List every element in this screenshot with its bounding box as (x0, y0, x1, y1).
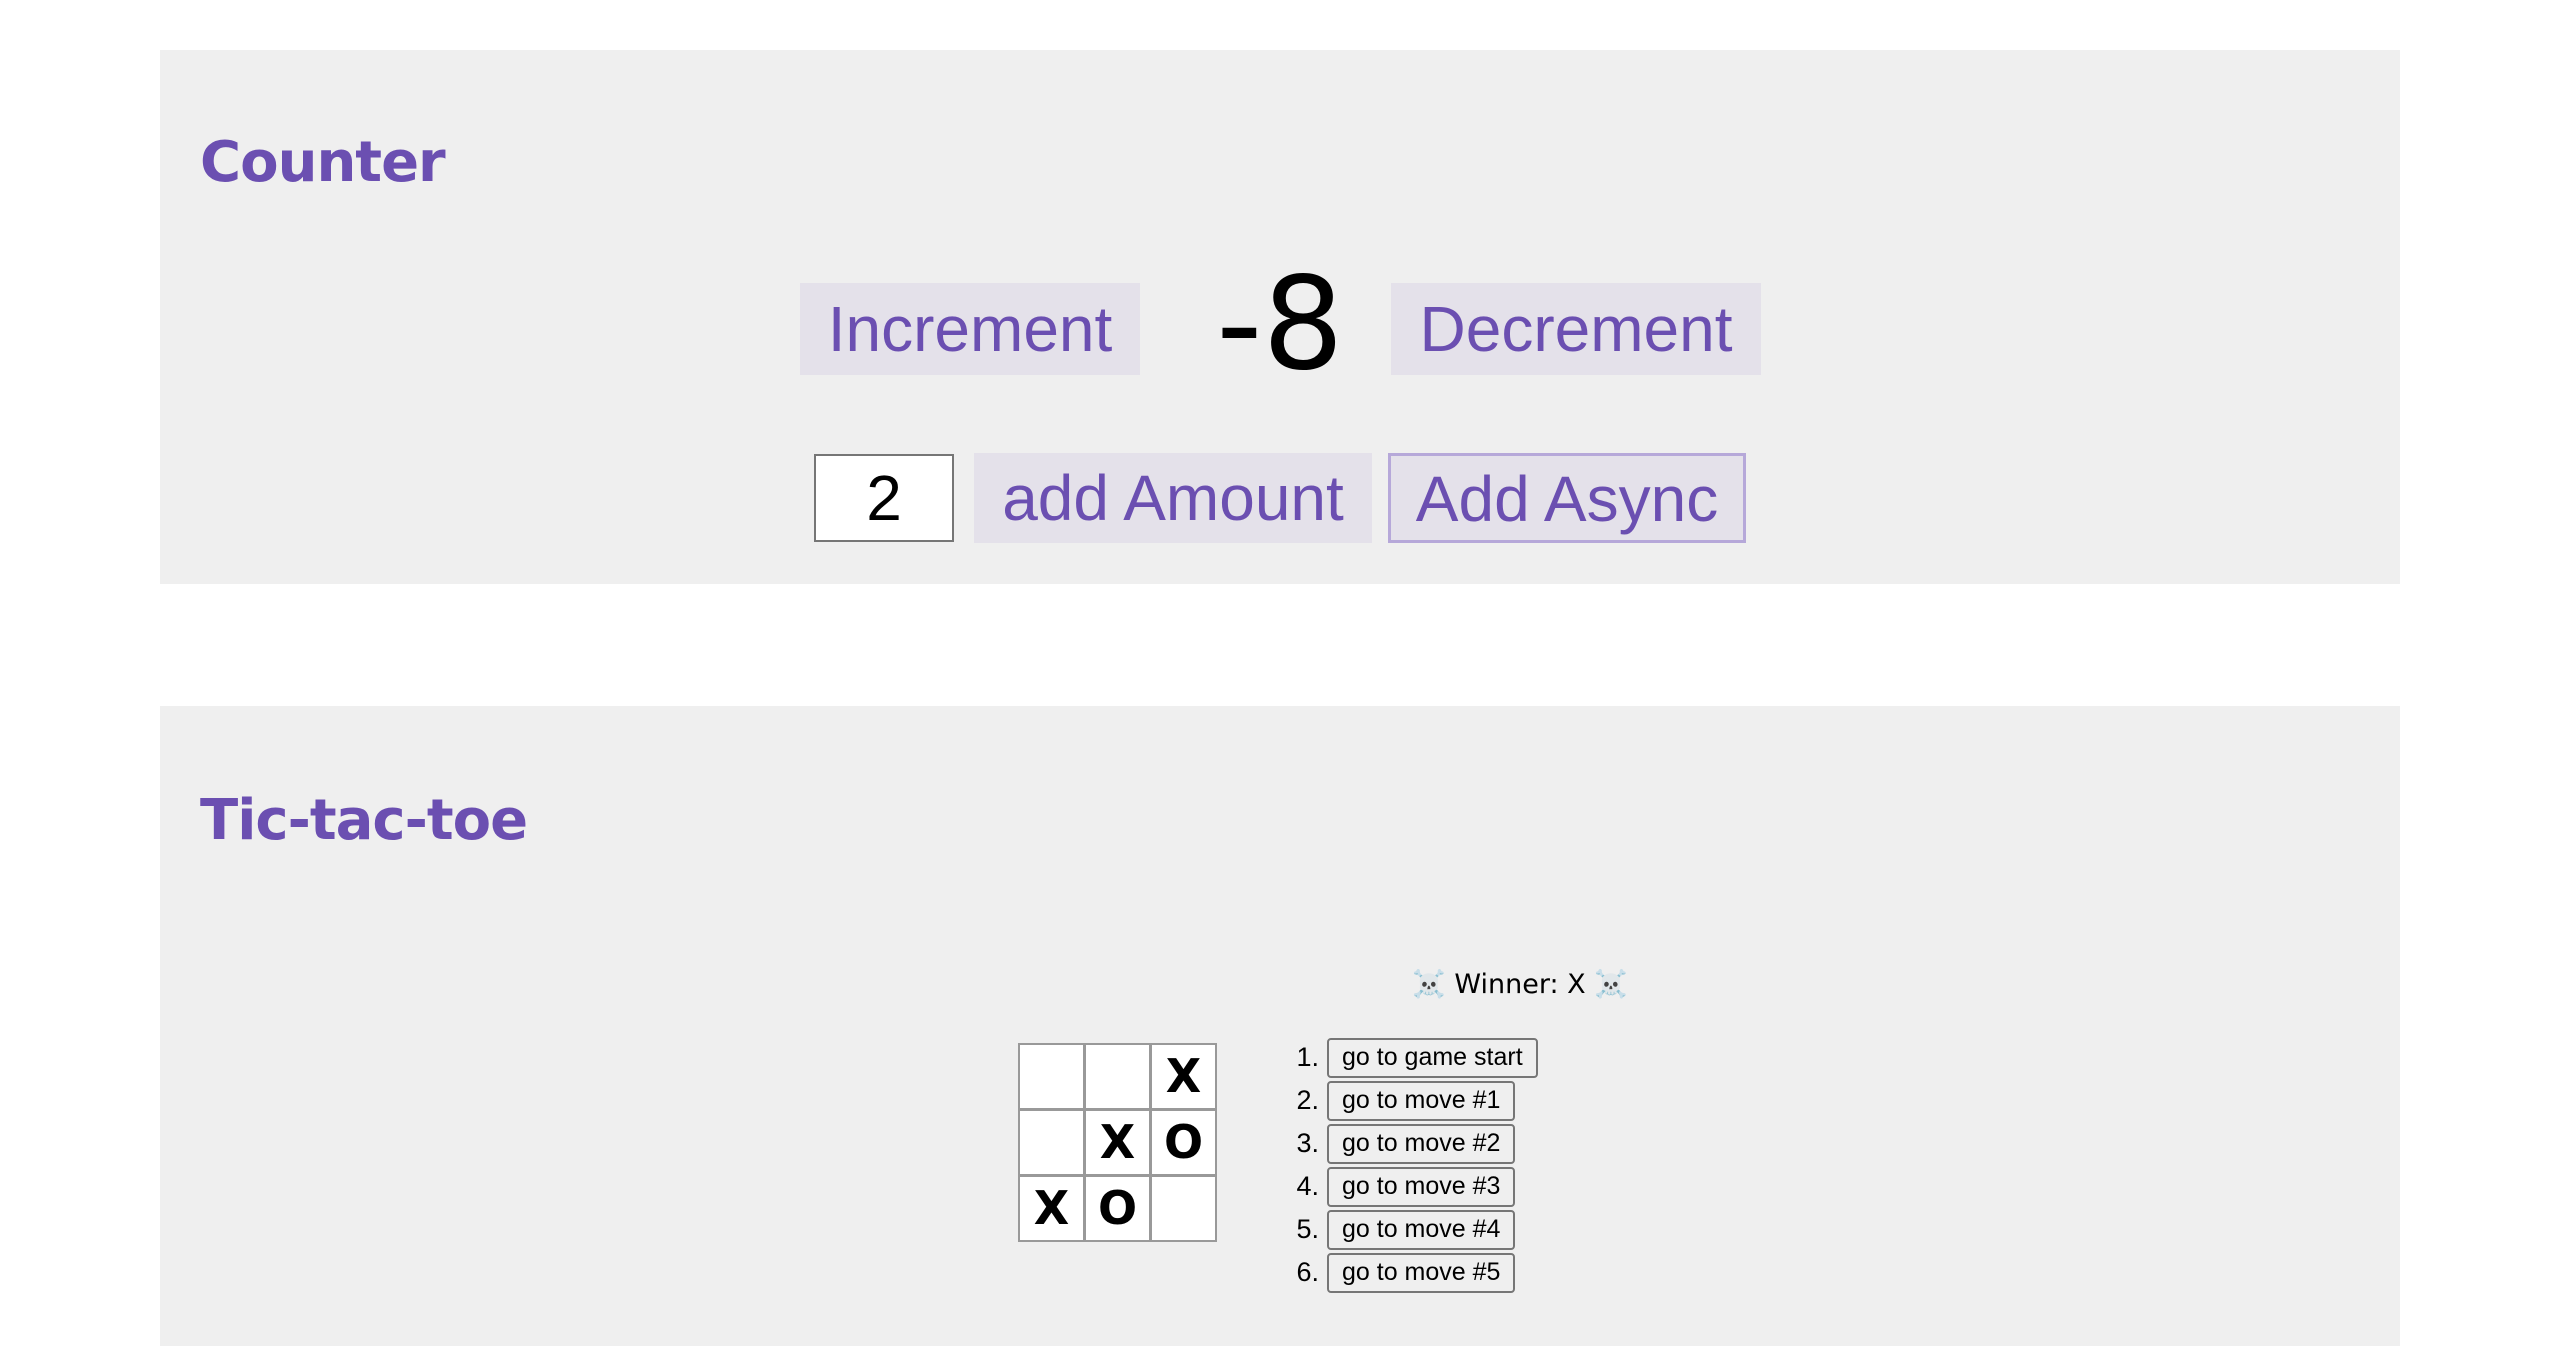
board-square[interactable]: X (1150, 1043, 1217, 1110)
go-to-move-button[interactable]: go to move #2 (1327, 1123, 1516, 1164)
board-square[interactable]: X (1018, 1175, 1085, 1242)
board-square[interactable] (1018, 1109, 1085, 1176)
game-status: ☠️ Winner: X ☠️ (1412, 969, 1628, 1000)
board-square[interactable] (1018, 1043, 1085, 1110)
go-to-move-button[interactable]: go to move #1 (1327, 1080, 1516, 1121)
move-list-item: 6. go to move #5 (1275, 1251, 1538, 1294)
board-square[interactable]: O (1084, 1175, 1151, 1242)
tictactoe-title: Tic-tac-toe (200, 788, 528, 853)
move-number: 6. (1296, 1257, 1319, 1287)
move-list-item: 2. go to move #1 (1275, 1079, 1538, 1122)
move-list-item: 5. go to move #4 (1275, 1208, 1538, 1251)
decrement-button[interactable]: Decrement (1391, 283, 1761, 375)
board-square[interactable] (1150, 1175, 1217, 1242)
board-square[interactable] (1084, 1043, 1151, 1110)
move-history-list: 1. go to game start 2. go to move #1 3. … (1275, 1036, 1538, 1294)
tictactoe-section: Tic-tac-toe ☠️ Winner: X ☠️ X X O X O 1.… (160, 706, 2400, 1346)
move-number: 4. (1296, 1171, 1319, 1201)
go-to-move-button[interactable]: go to move #3 (1327, 1166, 1516, 1207)
counter-value: -8 (1216, 250, 1344, 399)
add-amount-button[interactable]: add Amount (974, 453, 1372, 543)
move-list-item: 3. go to move #2 (1275, 1122, 1538, 1165)
move-number: 2. (1296, 1085, 1319, 1115)
amount-input[interactable] (814, 454, 954, 542)
move-number: 1. (1296, 1042, 1319, 1072)
board-square[interactable]: O (1150, 1109, 1217, 1176)
add-async-button[interactable]: Add Async (1388, 453, 1746, 543)
go-to-move-button[interactable]: go to move #5 (1327, 1252, 1516, 1293)
move-number: 5. (1296, 1214, 1319, 1244)
move-list-item: 4. go to move #3 (1275, 1165, 1538, 1208)
game-board: X X O X O (1018, 1043, 1217, 1242)
counter-section: Counter Increment -8 Decrement add Amoun… (160, 50, 2400, 584)
move-number: 3. (1296, 1128, 1319, 1158)
go-to-game-start-button[interactable]: go to game start (1327, 1037, 1538, 1078)
counter-title: Counter (200, 130, 446, 195)
move-list-item: 1. go to game start (1275, 1036, 1538, 1079)
increment-button[interactable]: Increment (800, 283, 1140, 375)
go-to-move-button[interactable]: go to move #4 (1327, 1209, 1516, 1250)
board-square[interactable]: X (1084, 1109, 1151, 1176)
